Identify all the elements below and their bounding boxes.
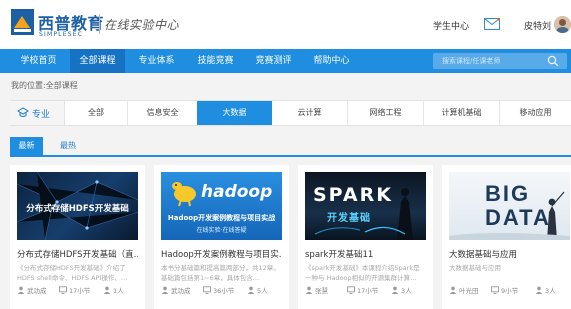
monitor-icon xyxy=(59,286,67,294)
author-name: 武功成 xyxy=(27,287,47,295)
user-icon xyxy=(17,286,25,294)
sort-tabs: 最新 最热 xyxy=(10,137,571,157)
banner-title: 分布式存储HDFS开发基础 xyxy=(26,204,129,214)
simplesec-logo-icon[interactable] xyxy=(11,9,34,35)
user-icon xyxy=(391,286,399,294)
course-card[interactable]: 分布式存储HDFS开发基础 分布式存储HDFS开发基础（直… 《分布式存储HDF… xyxy=(10,165,145,309)
student-center-link[interactable]: 学生中心 xyxy=(433,19,469,32)
course-description: 大数据基础与应用 xyxy=(449,264,501,272)
banner-title-line2: DATA xyxy=(485,205,551,230)
brand-divider xyxy=(99,14,100,34)
nav-item-contest-eval[interactable]: 竞赛测评 xyxy=(246,49,301,73)
monitor-icon xyxy=(347,286,355,294)
course-banner[interactable]: hadoop Hadoop开发案例教程与项目实战 在线实验·在线答疑 xyxy=(161,172,282,240)
course-meta: 武功成 17小节 1人 xyxy=(17,285,141,295)
author-name: 武功成 xyxy=(171,287,191,295)
avatar-image xyxy=(554,16,571,33)
course-title[interactable]: spark开发基础11 xyxy=(305,248,426,260)
lesson-count: 9小节 xyxy=(501,287,519,295)
banner-art xyxy=(314,188,413,240)
filter-item-mobile[interactable]: 移动应用 xyxy=(500,101,571,125)
username[interactable]: 皮特刘 xyxy=(524,19,551,32)
major-filter: 专业 全部 信息安全 大数据 云计算 网络工程 计算机基础 移动应用 xyxy=(10,100,571,126)
user-icon xyxy=(161,286,169,294)
filter-item-cloud[interactable]: 云计算 xyxy=(272,101,348,125)
course-banner[interactable]: 分布式存储HDFS开发基础 xyxy=(17,172,138,240)
filter-label: 专业 xyxy=(32,110,51,120)
user-icon xyxy=(305,286,313,294)
course-description: 本书分基础篇和提高篇两部分，共12章。基础篇包括第1~6章，具体包含… xyxy=(161,264,280,282)
banner-title: hadoop xyxy=(201,182,273,202)
course-card[interactable]: BIG DATA 大数据基础与应用 大数据基础与应用 叶光田 9小节 3人 xyxy=(442,165,571,309)
banner-title: SPARK xyxy=(313,184,393,206)
author-name: 叶光田 xyxy=(459,287,479,295)
nav-item-majors[interactable]: 专业体系 xyxy=(129,49,184,73)
student-count: 3人 xyxy=(401,287,412,295)
student-count: 5人 xyxy=(257,287,268,295)
major-icon xyxy=(17,107,29,117)
lesson-count: 36小节 xyxy=(213,287,235,295)
banner-title: BIG xyxy=(485,181,531,206)
student-count: 3人 xyxy=(545,287,556,295)
filter-label-box: 专业 xyxy=(10,101,65,125)
course-card[interactable]: hadoop Hadoop开发案例教程与项目实战 在线实验·在线答疑 Hadoo… xyxy=(154,165,289,309)
user-icon xyxy=(535,286,543,294)
lesson-count: 17小节 xyxy=(69,287,91,295)
banner-tagline: 在线实验·在线答疑 xyxy=(196,227,247,234)
top-header: 西普教育 SIMPLESEC 在线实验中心 学生中心 皮特刘 xyxy=(0,0,571,49)
user-icon xyxy=(103,286,111,294)
course-description: 《分布式存储HDFS开发基础》介绍了HDFS shell命令、HDFS API操… xyxy=(17,264,128,282)
student-count: 1人 xyxy=(113,287,124,295)
monitor-icon xyxy=(491,286,499,294)
course-meta: 武功成 36小节 5人 xyxy=(161,285,285,295)
user-icon xyxy=(247,286,255,294)
nav-item-help[interactable]: 帮助中心 xyxy=(304,49,359,73)
monitor-icon xyxy=(203,286,211,294)
mail-icon[interactable] xyxy=(484,18,500,30)
brand-name-en: SIMPLESEC xyxy=(39,31,84,38)
course-title[interactable]: Hadoop开发案例教程与项目实… xyxy=(161,248,282,260)
course-meta: 叶光田 9小节 3人 xyxy=(449,285,571,295)
lesson-count: 17小节 xyxy=(357,287,379,295)
banner-subtitle: 开发基础 xyxy=(327,213,371,224)
filter-item-all[interactable]: 全部 xyxy=(65,101,128,125)
brand-subtitle: 在线实验中心 xyxy=(104,18,180,32)
filter-item-network[interactable]: 网络工程 xyxy=(348,101,424,125)
course-card[interactable]: SPARK 开发基础 spark开发基础11 《spark开发基础》本课程介绍S… xyxy=(298,165,433,309)
filter-item-infosec[interactable]: 信息安全 xyxy=(128,101,198,125)
search-placeholder: 搜索课程/任课老师 xyxy=(442,57,501,65)
course-title[interactable]: 大数据基础与应用 xyxy=(449,248,570,260)
course-title[interactable]: 分布式存储HDFS开发基础（直… xyxy=(17,248,138,260)
user-icon xyxy=(449,286,457,294)
filter-item-bigdata[interactable]: 大数据 xyxy=(197,101,272,125)
author-name: 张慧 xyxy=(315,287,328,295)
nav-item-school-home[interactable]: 学校首页 xyxy=(11,49,66,73)
nav-item-skill-contest[interactable]: 技能竞赛 xyxy=(188,49,243,73)
course-meta: 张慧 17小节 3人 xyxy=(305,285,429,295)
course-banner[interactable]: BIG DATA xyxy=(449,172,570,240)
breadcrumb: 我的位置:全部课程 xyxy=(11,81,78,90)
tab-hottest[interactable]: 最热 xyxy=(53,137,83,155)
avatar[interactable] xyxy=(554,16,571,33)
tab-newest[interactable]: 最新 xyxy=(10,137,43,155)
search-icon[interactable] xyxy=(547,55,559,67)
search-input[interactable]: 搜索课程/任课老师 xyxy=(433,53,567,69)
nav-item-all-courses[interactable]: 全部课程 xyxy=(70,49,125,73)
course-description: 《spark开发基础》本课程介绍Spark是一种与 Hadoop相似的开源集群计… xyxy=(305,264,420,282)
banner-subtitle: Hadoop开发案例教程与项目实战 xyxy=(167,214,276,222)
filter-item-cs-basics[interactable]: 计算机基础 xyxy=(424,101,500,125)
course-banner[interactable]: SPARK 开发基础 xyxy=(305,172,426,240)
